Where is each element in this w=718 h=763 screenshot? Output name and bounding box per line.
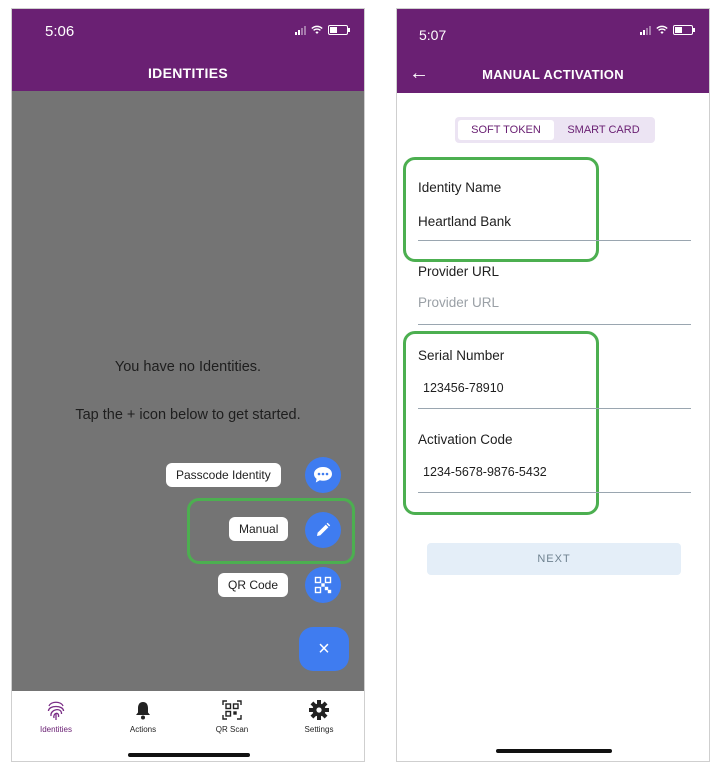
status-bar: 5:07: [397, 9, 709, 55]
page-title: MANUAL ACTIVATION: [482, 66, 624, 82]
signal-icon: [295, 25, 306, 35]
home-indicator: [128, 753, 250, 757]
serial-number-field[interactable]: 123456-78910: [423, 381, 504, 395]
tab-soft-token[interactable]: SOFT TOKEN: [458, 120, 554, 140]
tab-settings[interactable]: Settings: [284, 699, 354, 734]
activation-code-label: Activation Code: [418, 432, 513, 447]
provider-url-field[interactable]: Provider URL: [418, 295, 499, 310]
identity-name-underline: [418, 240, 691, 241]
activation-code-underline: [418, 492, 691, 493]
home-indicator: [496, 749, 612, 753]
next-button[interactable]: NEXT: [427, 543, 681, 575]
provider-url-underline: [418, 324, 691, 325]
qr-icon[interactable]: [305, 567, 341, 603]
tab-label-actions: Actions: [129, 725, 157, 734]
wifi-icon: [656, 25, 668, 34]
qr-code-option[interactable]: QR Code: [218, 573, 289, 597]
bell-icon: [136, 702, 150, 720]
fingerprint-icon: [47, 701, 65, 720]
activation-code-field[interactable]: 1234-5678-9876-5432: [423, 465, 547, 479]
passcode-identity-option[interactable]: Passcode Identity: [166, 463, 281, 487]
manual-highlight-box: [187, 498, 355, 564]
battery-icon: [328, 25, 350, 35]
manual-activation-screen: 5:07 ← MANUAL ACTIVATION SOFT TOKEN SMAR…: [396, 8, 710, 762]
empty-state-overlay[interactable]: You have no Identities. Tap the + icon b…: [12, 91, 364, 691]
system-icons: [295, 25, 350, 35]
empty-hint: Tap the + icon below to get started.: [75, 407, 301, 423]
provider-url-label: Provider URL: [418, 264, 500, 279]
status-bar: 5:06: [12, 9, 364, 55]
identity-name-field[interactable]: Heartland Bank: [418, 214, 511, 229]
identity-name-label: Identity Name: [418, 180, 502, 195]
passcode-identity-label[interactable]: Passcode Identity: [166, 463, 281, 487]
page-title-bar: ← MANUAL ACTIVATION: [397, 55, 709, 93]
close-fab-button[interactable]: ×: [299, 627, 349, 671]
gear-icon: [309, 700, 329, 720]
system-icons: [640, 25, 695, 35]
tab-smart-card[interactable]: SMART CARD: [555, 120, 652, 140]
chat-icon[interactable]: [305, 457, 341, 493]
signal-icon: [640, 25, 651, 35]
tab-identities[interactable]: Identities: [21, 699, 91, 734]
tab-label-settings: Settings: [304, 725, 334, 734]
identity-name-highlight-box: [403, 157, 599, 262]
page-title: IDENTITIES: [12, 55, 364, 91]
tab-label-identities: Identities: [39, 725, 73, 734]
qr-scan-icon: [222, 700, 242, 720]
back-arrow-icon[interactable]: ←: [409, 62, 429, 85]
wifi-icon: [311, 25, 323, 34]
serial-number-label: Serial Number: [418, 348, 505, 363]
tab-qr-scan[interactable]: QR Scan: [197, 699, 267, 734]
status-time: 5:06: [45, 23, 75, 40]
status-time: 5:07: [419, 27, 447, 43]
tab-label-qr-scan: QR Scan: [215, 725, 249, 734]
token-type-selector: SOFT TOKEN SMART CARD: [455, 117, 655, 143]
qr-code-label[interactable]: QR Code: [218, 573, 289, 597]
tab-actions[interactable]: Actions: [108, 699, 178, 734]
battery-icon: [673, 25, 695, 35]
identities-screen: 5:06 IDENTITIES You have no Identities. …: [11, 8, 365, 762]
empty-message: You have no Identities.: [114, 359, 262, 375]
bottom-tab-bar: Identities Actions QR Scan Settings: [12, 691, 364, 761]
serial-number-underline: [418, 408, 691, 409]
